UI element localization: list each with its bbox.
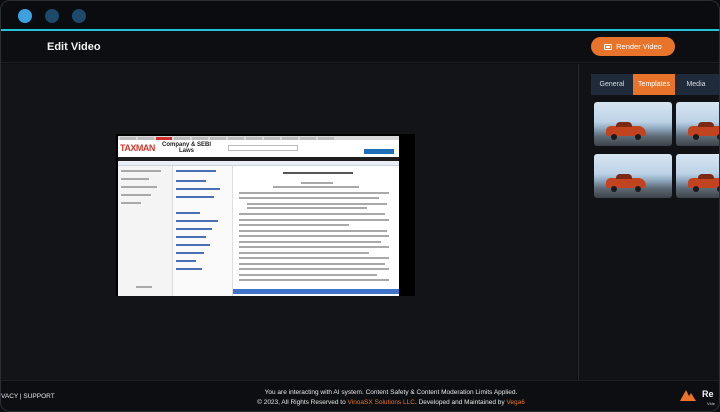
site-status-bar bbox=[233, 289, 399, 294]
company-link[interactable]: VinoaSX Solutions LLC bbox=[348, 399, 415, 406]
window-close-button[interactable] bbox=[18, 9, 32, 23]
page-title: Edit Video bbox=[47, 41, 101, 53]
brand-tagline: Vide bbox=[707, 401, 715, 406]
copyright-line: © 2023, All Rights Reserved to VinoaSX S… bbox=[257, 399, 525, 406]
video-stage: TAXMAN Company & SEBI Laws bbox=[1, 64, 577, 380]
site-tree-panel bbox=[173, 166, 233, 296]
maintainer-link[interactable]: Vega6 bbox=[506, 399, 524, 406]
template-thumbnail[interactable] bbox=[594, 102, 672, 146]
tab-templates[interactable]: Templates bbox=[633, 74, 675, 95]
site-title: Company & SEBI Laws bbox=[162, 142, 212, 154]
ai-disclaimer: You are interacting with AI system. Cont… bbox=[264, 389, 518, 396]
title-bar bbox=[1, 1, 719, 31]
website-screenshot-preview: TAXMAN Company & SEBI Laws bbox=[118, 136, 399, 296]
render-video-button[interactable]: Render Video bbox=[591, 37, 675, 56]
page-footer: VACY | SUPPORT You are interacting with … bbox=[1, 380, 719, 411]
site-logo: TAXMAN bbox=[120, 143, 155, 153]
video-canvas[interactable]: TAXMAN Company & SEBI Laws bbox=[116, 134, 415, 296]
editor-toolbar: Edit Video Render Video bbox=[1, 33, 719, 63]
template-thumbnail[interactable] bbox=[594, 154, 672, 198]
template-thumbnail[interactable] bbox=[676, 102, 719, 146]
render-video-label: Render Video bbox=[616, 42, 662, 51]
brand-logo-icon bbox=[680, 390, 696, 401]
site-header: TAXMAN Company & SEBI Laws bbox=[118, 140, 399, 157]
tab-media[interactable]: Media bbox=[675, 74, 717, 95]
site-left-panel bbox=[118, 166, 173, 296]
brand-name: Re bbox=[702, 389, 714, 399]
panel-tabs: General Templates Media bbox=[591, 74, 719, 95]
window-maximize-button[interactable] bbox=[72, 9, 86, 23]
film-icon bbox=[604, 43, 613, 50]
site-search-box bbox=[228, 145, 298, 151]
window-minimize-button[interactable] bbox=[45, 9, 59, 23]
template-thumbnail[interactable] bbox=[676, 154, 719, 198]
footer-notice: You are interacting with AI system. Cont… bbox=[1, 388, 719, 408]
settings-panel: General Templates Media bbox=[578, 64, 719, 380]
site-subscribe-button bbox=[364, 149, 394, 154]
site-content-panel bbox=[233, 166, 399, 296]
app-window: Edit Video Render Video TAXMAN Company &… bbox=[0, 0, 720, 412]
tab-general[interactable]: General bbox=[591, 74, 633, 95]
